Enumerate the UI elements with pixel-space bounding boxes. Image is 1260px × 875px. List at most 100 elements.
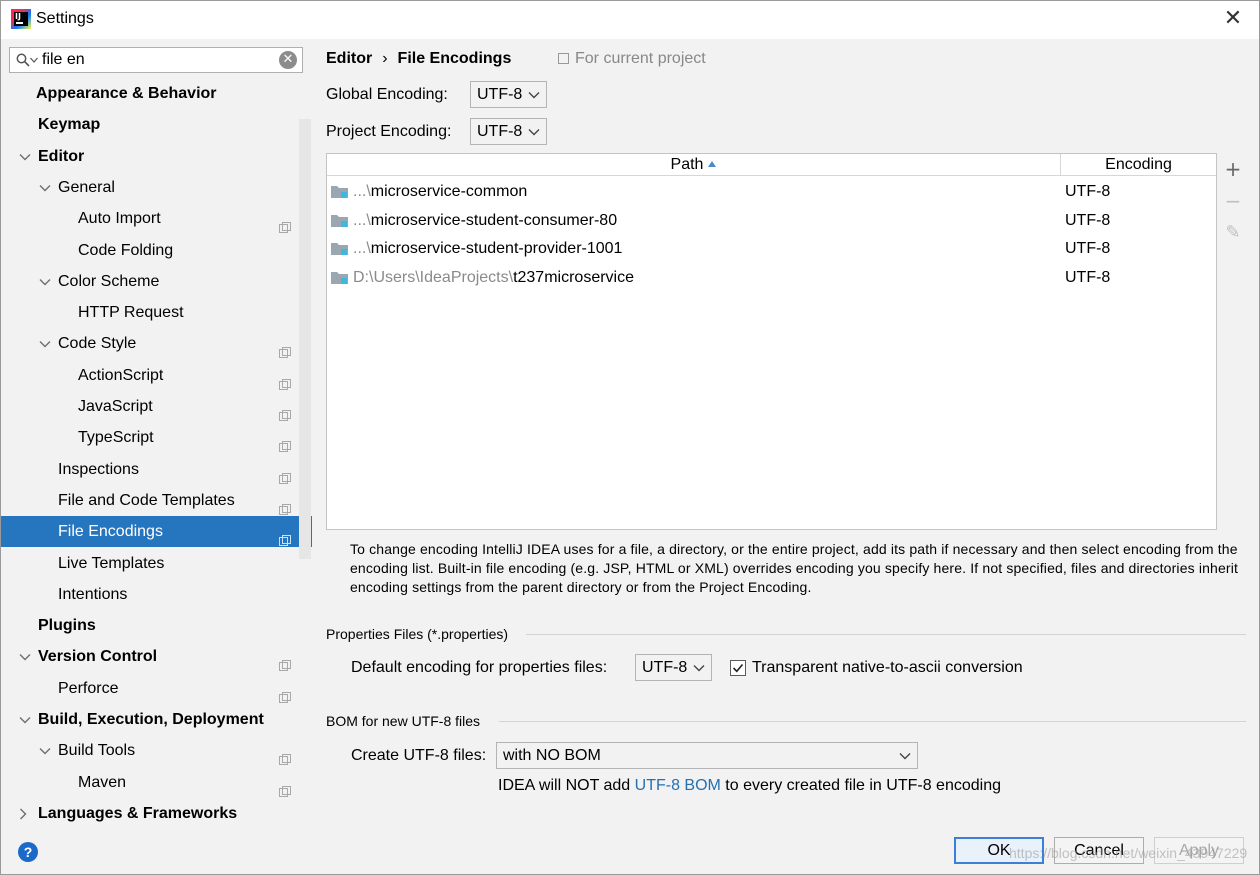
encoding-help-text: To change encoding IntelliJ IDEA uses fo… (350, 541, 1238, 595)
properties-encoding-value: UTF-8 (642, 659, 688, 676)
create-utf8-label: Create UTF-8 files: (351, 747, 487, 764)
sidebar-item-label: General (58, 178, 115, 196)
sidebar-item[interactable]: Appearance & Behavior (1, 78, 312, 109)
for-current-project-note: For current project (558, 50, 706, 68)
sidebar-item[interactable]: Live Templates (1, 548, 312, 579)
add-path-icon[interactable]: + (1223, 159, 1243, 179)
intellij-app-icon: IJ (11, 9, 31, 29)
search-box[interactable]: ✕ (9, 47, 303, 73)
sidebar-scrollbar[interactable] (299, 119, 311, 559)
project-level-icon (279, 651, 291, 672)
search-input[interactable] (42, 50, 272, 70)
sidebar-item[interactable]: HTTP Request (1, 297, 312, 328)
sidebar-item-label: HTTP Request (78, 304, 184, 322)
sidebar-item-label: Editor (38, 147, 85, 165)
sidebar-item[interactable]: Editor (1, 141, 312, 172)
sidebar-item-label: Color Scheme (58, 272, 160, 290)
edit-path-icon[interactable]: ✎ (1223, 223, 1243, 243)
native-to-ascii-label[interactable]: Transparent native-to-ascii conversion (752, 659, 1023, 677)
properties-section-title: Properties Files (*.properties) (326, 626, 509, 642)
sidebar-item-label: Inspections (58, 460, 139, 478)
sidebar-item[interactable]: Auto Import (1, 203, 312, 234)
create-utf8-select[interactable]: with NO BOM (496, 742, 918, 769)
sidebar-item-label: Code Folding (78, 241, 174, 259)
sidebar-item[interactable]: File Encodings (1, 516, 312, 548)
module-folder-icon (331, 243, 348, 256)
chevron-down-icon[interactable] (39, 172, 53, 203)
settings-sidebar: ✕ Appearance & Behavior Keymap Editor Gener… (1, 39, 312, 825)
global-encoding-select[interactable]: UTF-8 (470, 81, 547, 108)
close-icon[interactable]: ✕ (1221, 7, 1245, 31)
native-to-ascii-checkbox[interactable] (730, 660, 746, 676)
project-encoding-select[interactable]: UTF-8 (470, 118, 547, 145)
sidebar-item[interactable]: Maven (1, 767, 312, 798)
path-column-header[interactable]: Path (327, 154, 1061, 176)
path-cell: D:\Users\IdeaProjects\t237microservice (353, 269, 634, 287)
sidebar-item[interactable]: ActionScript (1, 360, 312, 391)
chevron-down-icon[interactable] (39, 266, 53, 297)
sidebar-item[interactable]: JavaScript (1, 391, 312, 422)
project-level-icon (279, 464, 291, 484)
encoding-cell[interactable]: UTF-8 (1065, 263, 1110, 292)
bom-section-title: BOM for new UTF-8 files (326, 713, 481, 729)
encoding-cell[interactable]: UTF-8 (1065, 206, 1110, 235)
table-row[interactable]: D:\Users\IdeaProjects\t237microservice UT… (327, 263, 1216, 292)
table-row[interactable]: ...\microservice-student-provider-1001 UT… (327, 234, 1216, 263)
sidebar-item[interactable]: General (1, 172, 312, 203)
sidebar-item[interactable]: Keymap (1, 109, 312, 140)
sidebar-item[interactable]: TypeScript (1, 422, 312, 453)
utf8-bom-link[interactable]: UTF-8 BOM (635, 777, 721, 794)
sidebar-item[interactable]: Build Tools (1, 735, 312, 766)
clear-search-icon[interactable]: ✕ (279, 51, 297, 69)
encoding-cell[interactable]: UTF-8 (1065, 234, 1110, 263)
chevron-down-icon[interactable] (19, 704, 33, 735)
remove-path-icon[interactable]: − (1223, 191, 1243, 211)
chevron-down-icon[interactable] (19, 641, 33, 672)
sidebar-item[interactable]: Code Folding (1, 235, 312, 266)
sidebar-item-label: TypeScript (78, 429, 154, 447)
sidebar-item[interactable]: Plugins (1, 610, 312, 641)
global-encoding-value: UTF-8 (477, 86, 523, 103)
sidebar-item[interactable]: File and Code Templates (1, 485, 312, 516)
sidebar-item[interactable]: Version Control (1, 641, 312, 672)
chevron-down-icon[interactable] (39, 735, 53, 766)
sidebar-item-label: Code Style (58, 335, 137, 353)
project-icon (558, 53, 569, 64)
sidebar-item[interactable]: Build, Execution, Deployment (1, 704, 312, 735)
project-level-icon (279, 370, 291, 390)
sidebar-item-label: Keymap (38, 116, 101, 134)
help-icon[interactable]: ? (18, 842, 38, 862)
project-level-icon (279, 401, 291, 421)
project-level-icon (279, 338, 291, 359)
project-level-icon (279, 777, 291, 797)
sidebar-item[interactable]: Intentions (1, 579, 312, 610)
chevron-down-icon (899, 753, 911, 760)
file-encodings-table[interactable]: Path Encoding ...\microservice-common UTF… (326, 153, 1217, 530)
chevron-down-icon (528, 129, 540, 136)
project-level-icon (279, 526, 291, 547)
sidebar-item[interactable]: Color Scheme (1, 266, 312, 297)
watermark-text: https://blog.csdn.net/weixin_43947229 (1009, 845, 1248, 861)
sidebar-item-label: Appearance & Behavior (36, 85, 217, 102)
module-folder-icon (331, 214, 348, 227)
bom-section-divider (499, 721, 1246, 722)
sidebar-item[interactable]: Inspections (1, 454, 312, 485)
table-row[interactable]: ...\microservice-common UTF-8 (327, 177, 1216, 206)
chevron-down-icon[interactable] (39, 328, 53, 359)
breadcrumb: Editor › File Encodings (326, 50, 511, 68)
path-cell: ...\microservice-student-consumer-80 (353, 211, 618, 229)
sidebar-item-label: Build Tools (58, 742, 136, 760)
encoding-column-header[interactable]: Encoding (1061, 154, 1216, 176)
encoding-cell[interactable]: UTF-8 (1065, 177, 1110, 206)
search-options-chevron-icon[interactable] (30, 57, 38, 63)
sidebar-item[interactable]: Code Style (1, 328, 312, 359)
table-row[interactable]: ...\microservice-student-consumer-80 UTF-… (327, 206, 1216, 235)
bom-note: IDEA will NOT add UTF-8 BOM to every cre… (498, 777, 1001, 794)
window-title: Settings (36, 10, 94, 27)
sidebar-item[interactable]: Perforce (1, 673, 312, 704)
chevron-down-icon[interactable] (19, 141, 33, 172)
sidebar-item-label: Plugins (38, 617, 96, 635)
breadcrumb-current: File Encodings (397, 50, 512, 67)
properties-encoding-select[interactable]: UTF-8 (635, 654, 712, 681)
sidebar-item-label: Auto Import (78, 210, 161, 228)
